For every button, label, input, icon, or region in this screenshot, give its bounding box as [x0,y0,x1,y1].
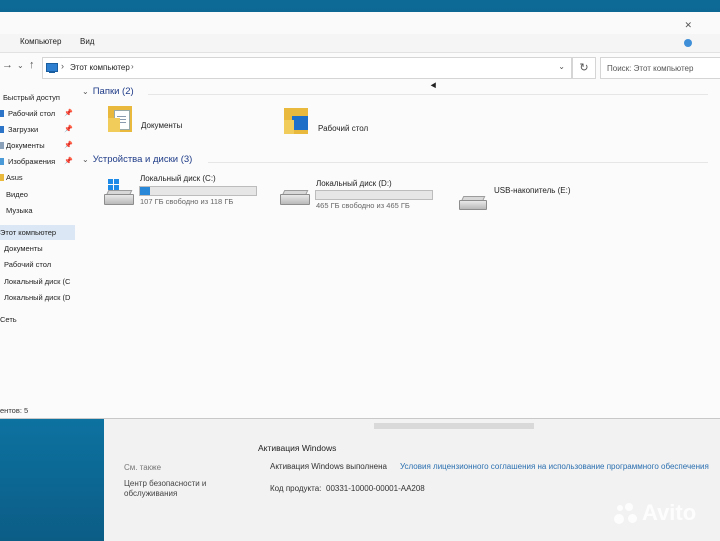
drive-name: Локальный диск (D:) [316,179,392,188]
close-icon[interactable]: ✕ [684,20,692,31]
sidebar-item-downloads[interactable]: Загрузки 📌 [0,122,75,137]
title-bar[interactable]: ✕ [0,12,720,34]
activation-section-title: Активация Windows [258,443,337,453]
see-also-label: См. также [124,463,162,472]
desktop-folder-icon [0,110,4,117]
group-divider [148,94,708,95]
doc-line-icon [117,116,126,117]
usb-drive-icon [459,200,487,210]
chevron-down-icon[interactable]: ⌄ [558,62,565,71]
pin-icon[interactable]: 📌 [64,141,73,149]
address-bar[interactable]: › Этот компьютер › ⌄ [42,57,572,79]
license-terms-link[interactable]: Условия лицензионного соглашения на испо… [400,462,718,471]
recent-chevron-icon[interactable]: ⌄ [17,61,24,70]
group-divider [208,162,708,163]
drive-free-space: 107 ГБ свободно из 118 ГБ [140,197,234,206]
search-input[interactable] [601,59,717,78]
folders-group-header[interactable]: ⌄ Папки (2) [82,86,134,97]
windows-logo-icon [108,179,119,190]
sidebar-item-video[interactable]: Видео [0,187,75,202]
avito-logo-icon [614,502,638,526]
sidebar-item-this-pc[interactable]: Этот компьютер [0,225,75,240]
pictures-icon [0,158,4,165]
sidebar-item-music[interactable]: Музыка [0,203,75,218]
folder-name: Документы [141,121,183,130]
avito-watermark: Avito [614,500,696,526]
sidebar-item-label: Изображения [8,157,56,166]
sidebar-item-label: Этот компьютер [0,228,57,237]
windows-drive-icon [104,194,134,205]
ribbon-tabs: Компьютер Вид [0,34,720,53]
chevron-down-icon[interactable]: ⌄ [82,155,89,164]
drive-usage-fill [140,187,151,195]
sidebar-item-label: Asus [6,173,23,182]
breadcrumb-chevron-icon[interactable]: › [131,62,134,71]
download-icon [0,126,4,133]
sidebar-item-label: Рабочий стол [4,260,52,269]
folder-front-icon [108,118,120,132]
up-arrow-icon[interactable]: ↑ [29,59,35,71]
drive-usage-bar [139,186,257,196]
drives-group-header[interactable]: ⌄ Устройства и диски (3) [82,154,192,165]
chevron-down-icon[interactable]: ⌄ [82,87,89,96]
folder-icon [0,174,4,181]
sidebar-item-label: Загрузки [8,125,39,134]
drive-name: USB-накопитель (E:) [494,186,571,195]
folder-front-icon [284,120,294,134]
search-box[interactable] [600,57,720,79]
sidebar-item-label: Локальный диск (D [4,293,71,302]
computer-stand-icon [49,71,55,73]
product-id-label: Код продукта: [270,484,322,493]
content-pane: ⌄ Папки (2) Документы Рабочий стол ⌄ Устро… [78,84,720,404]
sidebar-item-label: Документы [4,244,43,253]
sidebar-item-documents[interactable]: Документы 📌 [0,138,75,153]
drive-usage-bar [315,190,433,200]
navigation-bar: → ⌄ ↑ › Этот компьютер › ⌄ ↻ [0,54,720,80]
sidebar-item-asus[interactable]: Asus [0,170,75,185]
sidebar-item-quick-access[interactable]: Быстрый доступ [0,90,75,105]
breadcrumb-chevron-icon[interactable]: › [61,61,64,71]
desktop-folder-icon [292,116,308,130]
forward-arrow-icon[interactable]: → [2,59,13,71]
sidebar-item-drive-d[interactable]: Локальный диск (D [0,290,75,305]
sidebar-item-label: Документы [6,141,45,150]
folders-group-title: Папки (2) [92,86,134,97]
drive-name: Локальный диск (C:) [140,174,216,183]
folder-name: Рабочий стол [318,124,369,133]
watermark-text: Avito [642,500,697,525]
sidebar-item-label: Музыка [6,206,33,215]
pin-icon[interactable]: 📌 [64,109,73,117]
sidebar-item-label: Локальный диск (C [4,277,71,286]
drive-icon [280,194,310,205]
tab-computer[interactable]: Компьютер [20,37,61,46]
sidebar-item-drive-c[interactable]: Локальный диск (C [0,274,75,289]
documents-icon [0,142,4,149]
pin-icon[interactable]: 📌 [64,125,73,133]
sidebar-item-pc-documents[interactable]: Документы [0,241,75,256]
sidebar-item-pictures[interactable]: Изображения 📌 [0,154,75,169]
sidebar-item-label: Видео [6,190,28,199]
breadcrumb-this-pc[interactable]: Этот компьютер [70,63,130,72]
drives-group-title: Устройства и диски (3) [92,154,193,165]
sidebar-item-desktop[interactable]: Рабочий стол 📌 [0,106,75,121]
sidebar-item-label: Быстрый доступ [3,93,60,102]
faded-text-row [374,423,534,429]
sidebar-item-label: Рабочий стол [8,109,56,118]
product-id-value: 00331-10000-00001-AA208 [326,484,425,493]
sidebar-item-label: Сеть [0,315,17,324]
sidebar-item-pc-desktop[interactable]: Рабочий стол [0,257,75,272]
refresh-button[interactable]: ↻ [572,57,596,79]
sidebar-item-network[interactable]: Сеть [0,312,75,327]
status-bar-item-count: ентов: 5 [0,406,29,415]
security-center-link[interactable]: Центр безопасности и обслуживания [124,479,224,499]
activation-status-label: Активация Windows выполнена [270,462,387,471]
file-explorer-window: ✕ Компьютер Вид → ⌄ ↑ › Этот компьютер ›… [0,12,720,419]
drive-free-space: 465 ГБ свободно из 465 ГБ [316,201,410,210]
help-icon[interactable] [684,39,692,47]
tab-view[interactable]: Вид [80,37,94,46]
navigation-pane: Быстрый доступ Рабочий стол 📌 Загрузки 📌… [0,84,75,414]
pin-icon[interactable]: 📌 [64,157,73,165]
